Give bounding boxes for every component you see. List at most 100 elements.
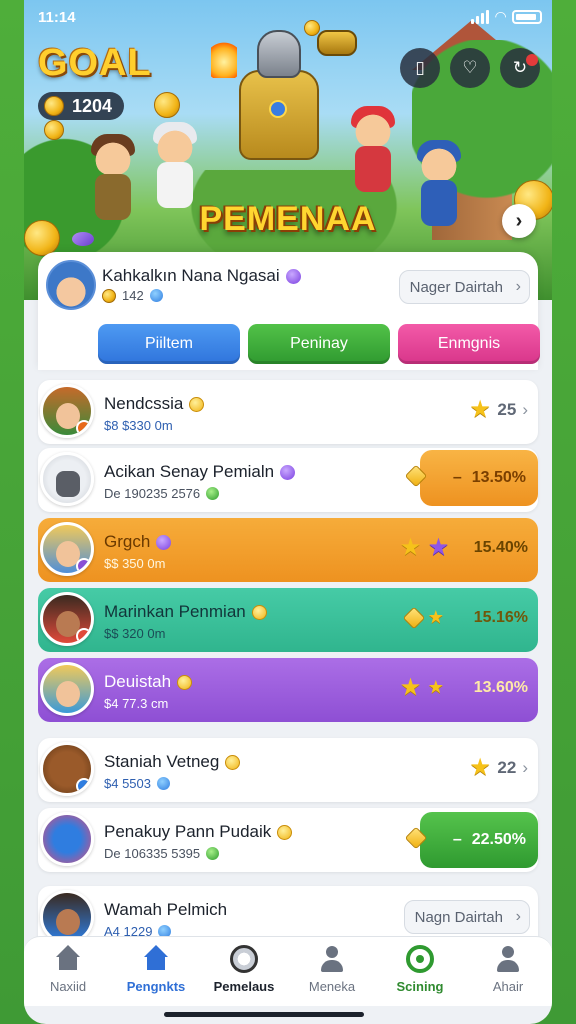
notification-badge <box>526 54 538 66</box>
clipboard-button[interactable]: ▯ <box>400 48 440 88</box>
coin-balance-value: 1204 <box>72 95 113 116</box>
chevron-right-icon: › <box>515 278 521 295</box>
status-bar: 11:14 ◠ <box>24 0 552 34</box>
chevron-right-icon: › <box>522 758 528 777</box>
nav-label: Pemelaus <box>213 979 275 994</box>
medal-icon <box>189 396 205 412</box>
list-item[interactable]: Nendcssia $8 $330 0m 25 › <box>38 380 538 444</box>
nav-item-meneka[interactable]: Meneka <box>288 937 376 1006</box>
row-name: Nendcssia <box>104 394 205 414</box>
row-percent: 15.40% <box>400 533 528 562</box>
nav-item-scining[interactable]: Scining <box>376 937 464 1006</box>
row-name: Deuistah <box>104 672 193 692</box>
hammer-icon <box>317 30 357 56</box>
chevron-right-icon: › <box>515 209 523 232</box>
knight-character <box>211 30 357 180</box>
row-action-label: Nagn Dairtah <box>414 908 503 926</box>
row-percent: 15.16% <box>402 606 528 630</box>
banner-title: PEMENAA <box>199 200 377 238</box>
torch-icon <box>211 38 237 78</box>
row-action-button[interactable]: Nagn Dairtah › <box>403 900 530 934</box>
coin-icon <box>44 96 64 116</box>
avatar <box>40 662 94 716</box>
row-sub: De 190235 2576 <box>104 486 220 501</box>
check-icon <box>206 847 220 860</box>
tab-enmgnis[interactable]: Enmgnis <box>398 324 540 364</box>
list-item[interactable]: Deuistah $4 77.3 cm 13.60% <box>38 658 538 722</box>
row-name: Staniah Vetneg <box>104 752 241 772</box>
list-item[interactable]: Grgch $$ 350 0m 15.40% <box>38 518 538 582</box>
profile-action-label: Nager Dairtah <box>409 278 503 296</box>
row-score: 22 › <box>469 753 528 782</box>
row-score: 25 › <box>469 395 528 424</box>
profile-card: Kahkalkın Nana Ngasai 142 Nager Dairtah … <box>38 252 540 370</box>
home-icon <box>54 945 82 973</box>
row-score-value: 22 <box>497 758 517 777</box>
verified-badge-icon <box>156 534 172 550</box>
medal-icon <box>225 754 241 770</box>
row-sub: $4 5503 <box>104 776 170 791</box>
coin-icon <box>102 288 116 303</box>
person-icon <box>494 945 522 973</box>
row-name: Grgch <box>104 532 172 552</box>
coin-decoration <box>44 120 64 140</box>
profile-action-button[interactable]: Nager Dairtah › <box>398 270 530 304</box>
verified-badge-icon <box>285 268 301 284</box>
list-item[interactable]: Penakuy Pann Pudaik De 106335 5395 – 22.… <box>38 808 538 872</box>
home-indicator[interactable] <box>164 1012 364 1017</box>
list-item[interactable]: Staniah Vetneg $4 5503 22 › <box>38 738 538 802</box>
star-icon <box>469 395 491 424</box>
nav-item-ahair[interactable]: Ahair <box>464 937 552 1006</box>
star-icon <box>428 677 450 699</box>
avatar[interactable] <box>46 260 96 310</box>
avatar <box>40 522 94 576</box>
profile-coins-value: 142 <box>122 288 144 303</box>
diamond-icon <box>404 826 428 850</box>
avatar <box>40 592 94 646</box>
coin-balance[interactable]: 1204 <box>38 92 125 120</box>
nav-item-pemelaus[interactable]: Pemelaus <box>200 937 288 1006</box>
tab-peninay[interactable]: Peninay <box>248 324 390 364</box>
wifi-icon: ◠ <box>495 8 506 24</box>
nav-item-naxiid[interactable]: Naxiid <box>24 937 112 1006</box>
heart-icon: ♡ <box>462 58 478 77</box>
nav-label: Naxiid <box>49 979 87 994</box>
favorites-button[interactable]: ♡ <box>450 48 490 88</box>
chevron-right-icon: › <box>515 908 521 925</box>
nav-item-pengnkts[interactable]: Pengnkts <box>112 937 200 1006</box>
check-icon <box>206 487 220 500</box>
row-sub: $$ 350 0m <box>104 556 166 571</box>
coin-decoration <box>154 92 180 118</box>
status-icons: ◠ <box>471 8 542 25</box>
nav-label: Scining <box>396 979 444 994</box>
row-percent: – 22.50% <box>404 812 538 868</box>
verified-badge-icon <box>280 464 296 480</box>
nav-label: Ahair <box>492 979 524 994</box>
avatar <box>40 384 94 438</box>
row-sub: De 106335 5395 <box>104 846 220 861</box>
notifications-button[interactable]: ↻ <box>500 48 540 88</box>
diamond-icon <box>404 464 428 488</box>
nav-label: Pengnkts <box>126 979 186 994</box>
list-item[interactable]: Marinkan Penmian $$ 320 0m 15.16% <box>38 588 538 652</box>
row-percent-value: 15.40% <box>473 539 528 556</box>
medal-icon <box>251 604 267 620</box>
diamond-icon <box>402 606 426 630</box>
profile-name: Kahkalkın Nana Ngasai <box>102 266 301 286</box>
ring-icon <box>406 945 434 973</box>
avatar <box>40 452 94 506</box>
tab-piiltem[interactable]: Piiltem <box>98 324 240 364</box>
person-icon <box>318 945 346 973</box>
medal-icon <box>177 674 193 690</box>
bottom-nav: Naxiid Pengnkts Pemelaus Meneka Scining … <box>24 936 552 1006</box>
hero-next-button[interactable]: › <box>502 204 536 238</box>
star-icon <box>428 533 450 562</box>
star-icon <box>428 607 450 629</box>
row-percent-value: 13.50% <box>471 469 526 486</box>
profile-name-text: Kahkalkın Nana Ngasai <box>102 266 280 285</box>
hero-actions: ▯ ♡ ↻ <box>400 48 540 88</box>
row-percent-value: 22.50% <box>471 831 526 848</box>
list-item[interactable]: Acikan Senay Pemialn De 190235 2576 – 13… <box>38 448 538 512</box>
status-time: 11:14 <box>38 9 76 26</box>
row-name: Marinkan Penmian <box>104 602 267 622</box>
